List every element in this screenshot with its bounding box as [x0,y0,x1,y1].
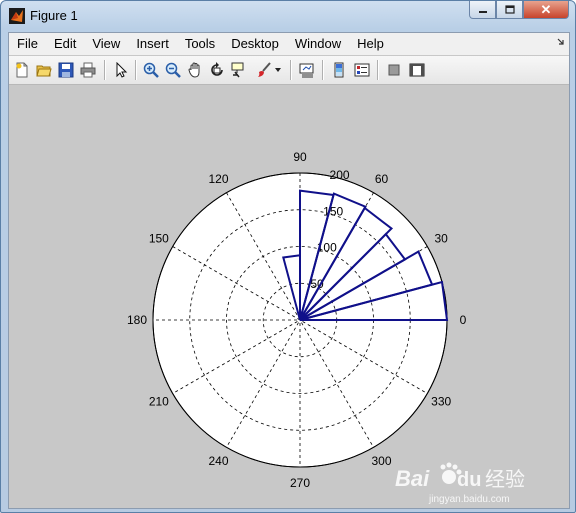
menu-file[interactable]: File [9,33,46,55]
angle-tick-label: 330 [431,395,451,409]
angle-tick-label: 60 [375,172,389,186]
menu-view[interactable]: View [84,33,128,55]
menu-edit[interactable]: Edit [46,33,84,55]
watermark-url: jingyan.baidu.com [428,494,510,505]
title-bar[interactable]: Figure 1 ✕ [1,1,575,31]
angle-tick-label: 30 [434,232,448,246]
toolbar-separator [322,60,324,80]
minimize-button[interactable] [469,1,496,19]
menu-window[interactable]: Window [287,33,349,55]
angle-tick-label: 150 [149,232,169,246]
pan-icon[interactable] [186,61,204,79]
angle-tick-label: 0 [460,313,467,327]
angle-tick-label: 120 [208,172,228,186]
menu-bar: File Edit View Insert Tools Desktop Wind… [9,33,569,55]
window-title: Figure 1 [30,8,78,23]
close-button[interactable]: ✕ [523,1,569,19]
matlab-icon [9,8,25,24]
watermark-cn: 经验 [485,468,525,491]
plot-area[interactable]: 0 30 60 90 120 150 180 210 240 270 300 330 50 100 150 2… [9,85,569,508]
pointer-icon[interactable] [112,61,130,79]
radial-tick-label: 200 [330,168,350,182]
link-icon[interactable] [298,61,316,79]
save-icon[interactable] [57,61,75,79]
toolbar-separator [377,60,379,80]
new-figure-icon[interactable] [13,61,31,79]
maximize-button[interactable] [496,1,523,19]
menu-desktop[interactable]: Desktop [223,33,287,55]
watermark-brand: Bai [395,466,430,491]
window-controls: ✕ [469,1,569,21]
toolbar-separator [135,60,137,80]
data-cursor-icon[interactable] [230,61,248,79]
angle-tick-label: 240 [208,454,228,468]
legend-icon[interactable] [353,61,371,79]
close-icon: ✕ [540,1,552,17]
angle-tick-label: 180 [127,313,147,327]
angle-tick-label: 210 [149,395,169,409]
dock-arrow-icon[interactable] [557,37,565,45]
open-file-icon[interactable] [35,61,53,79]
menu-tools[interactable]: Tools [177,33,223,55]
angle-tick-label: 300 [371,454,391,468]
radial-tick-label: 150 [323,204,343,218]
menu-insert[interactable]: Insert [128,33,177,55]
baidu-watermark: Bai du 经验 jingyan.baidu.com [395,462,525,505]
rotate-3d-icon[interactable] [208,61,226,79]
menu-help[interactable]: Help [349,33,392,55]
figure-toolbar [9,56,569,85]
show-plot-tools-icon[interactable] [408,61,426,79]
polar-axes[interactable]: 0306090120150180210240270300330501001502… [9,85,569,508]
hide-plot-tools-icon[interactable] [385,61,403,79]
figure-window: Figure 1 ✕ File Edit View Insert Tools D… [0,0,576,513]
brush-icon[interactable] [255,61,273,79]
angle-tick-label: 90 [293,150,307,164]
maximize-icon [504,5,515,14]
toolbar-separator [104,60,106,80]
toolbar-separator [290,60,292,80]
colorbar-icon[interactable] [330,61,348,79]
angle-tick-label: 270 [290,476,310,490]
brush-dropdown-icon[interactable] [273,61,283,79]
zoom-out-icon[interactable] [164,61,182,79]
figure-client-area: File Edit View Insert Tools Desktop Wind… [8,32,570,509]
print-icon[interactable] [79,61,97,79]
zoom-in-icon[interactable] [142,61,160,79]
minimize-icon [478,10,487,13]
watermark-brand-tail: du [457,469,481,491]
